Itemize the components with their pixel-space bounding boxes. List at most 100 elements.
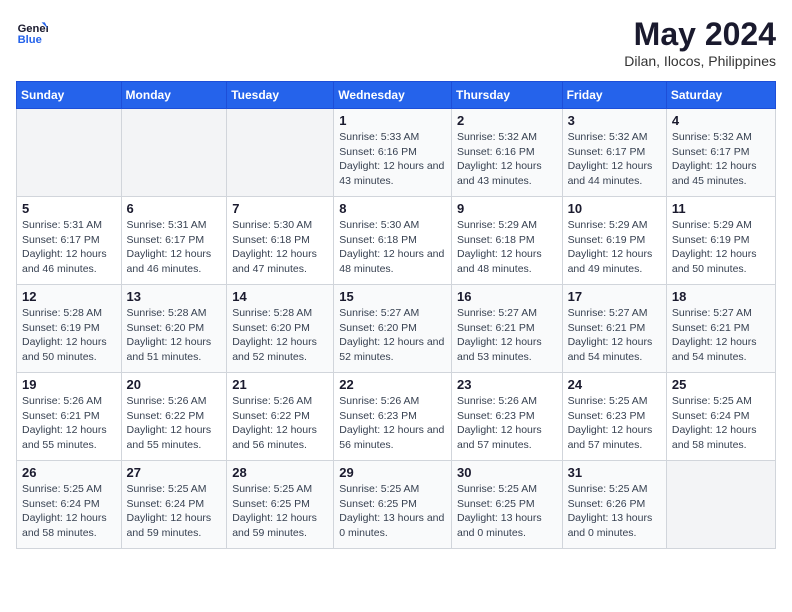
day-number: 10 <box>568 201 661 216</box>
weekday-header-thursday: Thursday <box>451 82 562 109</box>
calendar-cell <box>121 109 227 197</box>
day-number: 30 <box>457 465 557 480</box>
calendar-cell: 3 Sunrise: 5:32 AMSunset: 6:17 PMDayligh… <box>562 109 666 197</box>
day-number: 19 <box>22 377 116 392</box>
calendar-cell: 9 Sunrise: 5:29 AMSunset: 6:18 PMDayligh… <box>451 197 562 285</box>
day-number: 7 <box>232 201 328 216</box>
calendar-week-row: 12 Sunrise: 5:28 AMSunset: 6:19 PMDaylig… <box>17 285 776 373</box>
calendar-cell: 31 Sunrise: 5:25 AMSunset: 6:26 PMDaylig… <box>562 461 666 549</box>
day-info: Sunrise: 5:31 AMSunset: 6:17 PMDaylight:… <box>22 218 116 277</box>
calendar-week-row: 19 Sunrise: 5:26 AMSunset: 6:21 PMDaylig… <box>17 373 776 461</box>
calendar-week-row: 26 Sunrise: 5:25 AMSunset: 6:24 PMDaylig… <box>17 461 776 549</box>
calendar-cell: 16 Sunrise: 5:27 AMSunset: 6:21 PMDaylig… <box>451 285 562 373</box>
weekday-header-wednesday: Wednesday <box>334 82 452 109</box>
day-info: Sunrise: 5:31 AMSunset: 6:17 PMDaylight:… <box>127 218 222 277</box>
day-number: 8 <box>339 201 446 216</box>
calendar-cell: 14 Sunrise: 5:28 AMSunset: 6:20 PMDaylig… <box>227 285 334 373</box>
day-number: 18 <box>672 289 770 304</box>
day-info: Sunrise: 5:25 AMSunset: 6:26 PMDaylight:… <box>568 482 661 541</box>
calendar-cell: 6 Sunrise: 5:31 AMSunset: 6:17 PMDayligh… <box>121 197 227 285</box>
calendar-week-row: 1 Sunrise: 5:33 AMSunset: 6:16 PMDayligh… <box>17 109 776 197</box>
calendar-cell: 24 Sunrise: 5:25 AMSunset: 6:23 PMDaylig… <box>562 373 666 461</box>
day-info: Sunrise: 5:28 AMSunset: 6:20 PMDaylight:… <box>127 306 222 365</box>
location-subtitle: Dilan, Ilocos, Philippines <box>624 53 776 69</box>
day-number: 16 <box>457 289 557 304</box>
calendar-cell: 21 Sunrise: 5:26 AMSunset: 6:22 PMDaylig… <box>227 373 334 461</box>
calendar-cell: 20 Sunrise: 5:26 AMSunset: 6:22 PMDaylig… <box>121 373 227 461</box>
day-number: 26 <box>22 465 116 480</box>
day-number: 1 <box>339 113 446 128</box>
logo-icon: General Blue <box>16 16 48 48</box>
weekday-header-saturday: Saturday <box>666 82 775 109</box>
day-info: Sunrise: 5:29 AMSunset: 6:19 PMDaylight:… <box>672 218 770 277</box>
calendar-cell: 12 Sunrise: 5:28 AMSunset: 6:19 PMDaylig… <box>17 285 122 373</box>
calendar-cell: 4 Sunrise: 5:32 AMSunset: 6:17 PMDayligh… <box>666 109 775 197</box>
day-info: Sunrise: 5:30 AMSunset: 6:18 PMDaylight:… <box>232 218 328 277</box>
day-number: 3 <box>568 113 661 128</box>
day-number: 28 <box>232 465 328 480</box>
calendar-cell: 10 Sunrise: 5:29 AMSunset: 6:19 PMDaylig… <box>562 197 666 285</box>
day-info: Sunrise: 5:27 AMSunset: 6:21 PMDaylight:… <box>457 306 557 365</box>
day-number: 23 <box>457 377 557 392</box>
day-number: 15 <box>339 289 446 304</box>
day-info: Sunrise: 5:25 AMSunset: 6:25 PMDaylight:… <box>339 482 446 541</box>
calendar-cell <box>666 461 775 549</box>
calendar-cell: 18 Sunrise: 5:27 AMSunset: 6:21 PMDaylig… <box>666 285 775 373</box>
day-info: Sunrise: 5:29 AMSunset: 6:18 PMDaylight:… <box>457 218 557 277</box>
calendar-cell: 2 Sunrise: 5:32 AMSunset: 6:16 PMDayligh… <box>451 109 562 197</box>
calendar-cell: 5 Sunrise: 5:31 AMSunset: 6:17 PMDayligh… <box>17 197 122 285</box>
calendar-cell: 27 Sunrise: 5:25 AMSunset: 6:24 PMDaylig… <box>121 461 227 549</box>
day-info: Sunrise: 5:25 AMSunset: 6:24 PMDaylight:… <box>22 482 116 541</box>
calendar-cell: 25 Sunrise: 5:25 AMSunset: 6:24 PMDaylig… <box>666 373 775 461</box>
calendar-cell: 15 Sunrise: 5:27 AMSunset: 6:20 PMDaylig… <box>334 285 452 373</box>
day-number: 9 <box>457 201 557 216</box>
calendar-cell: 29 Sunrise: 5:25 AMSunset: 6:25 PMDaylig… <box>334 461 452 549</box>
calendar-week-row: 5 Sunrise: 5:31 AMSunset: 6:17 PMDayligh… <box>17 197 776 285</box>
day-info: Sunrise: 5:32 AMSunset: 6:17 PMDaylight:… <box>672 130 770 189</box>
weekday-header-sunday: Sunday <box>17 82 122 109</box>
day-number: 13 <box>127 289 222 304</box>
day-info: Sunrise: 5:32 AMSunset: 6:16 PMDaylight:… <box>457 130 557 189</box>
day-number: 31 <box>568 465 661 480</box>
day-info: Sunrise: 5:25 AMSunset: 6:24 PMDaylight:… <box>672 394 770 453</box>
day-number: 29 <box>339 465 446 480</box>
calendar-cell: 11 Sunrise: 5:29 AMSunset: 6:19 PMDaylig… <box>666 197 775 285</box>
day-number: 5 <box>22 201 116 216</box>
day-info: Sunrise: 5:25 AMSunset: 6:23 PMDaylight:… <box>568 394 661 453</box>
day-info: Sunrise: 5:28 AMSunset: 6:20 PMDaylight:… <box>232 306 328 365</box>
day-number: 27 <box>127 465 222 480</box>
calendar-cell: 22 Sunrise: 5:26 AMSunset: 6:23 PMDaylig… <box>334 373 452 461</box>
weekday-header-monday: Monday <box>121 82 227 109</box>
svg-text:General: General <box>18 23 48 35</box>
day-number: 2 <box>457 113 557 128</box>
day-number: 11 <box>672 201 770 216</box>
svg-text:Blue: Blue <box>18 34 42 46</box>
day-info: Sunrise: 5:25 AMSunset: 6:25 PMDaylight:… <box>457 482 557 541</box>
day-number: 6 <box>127 201 222 216</box>
calendar-cell: 23 Sunrise: 5:26 AMSunset: 6:23 PMDaylig… <box>451 373 562 461</box>
calendar-cell <box>227 109 334 197</box>
calendar-cell: 30 Sunrise: 5:25 AMSunset: 6:25 PMDaylig… <box>451 461 562 549</box>
day-info: Sunrise: 5:26 AMSunset: 6:22 PMDaylight:… <box>127 394 222 453</box>
calendar-cell: 1 Sunrise: 5:33 AMSunset: 6:16 PMDayligh… <box>334 109 452 197</box>
day-info: Sunrise: 5:27 AMSunset: 6:21 PMDaylight:… <box>672 306 770 365</box>
day-number: 4 <box>672 113 770 128</box>
calendar-cell: 19 Sunrise: 5:26 AMSunset: 6:21 PMDaylig… <box>17 373 122 461</box>
day-number: 14 <box>232 289 328 304</box>
month-year-title: May 2024 <box>624 16 776 53</box>
title-block: May 2024 Dilan, Ilocos, Philippines <box>624 16 776 69</box>
calendar-cell: 7 Sunrise: 5:30 AMSunset: 6:18 PMDayligh… <box>227 197 334 285</box>
day-number: 24 <box>568 377 661 392</box>
day-info: Sunrise: 5:27 AMSunset: 6:21 PMDaylight:… <box>568 306 661 365</box>
calendar-cell: 17 Sunrise: 5:27 AMSunset: 6:21 PMDaylig… <box>562 285 666 373</box>
day-number: 22 <box>339 377 446 392</box>
calendar-table: SundayMondayTuesdayWednesdayThursdayFrid… <box>16 81 776 549</box>
day-info: Sunrise: 5:32 AMSunset: 6:17 PMDaylight:… <box>568 130 661 189</box>
day-info: Sunrise: 5:27 AMSunset: 6:20 PMDaylight:… <box>339 306 446 365</box>
day-number: 12 <box>22 289 116 304</box>
day-info: Sunrise: 5:33 AMSunset: 6:16 PMDaylight:… <box>339 130 446 189</box>
day-info: Sunrise: 5:30 AMSunset: 6:18 PMDaylight:… <box>339 218 446 277</box>
calendar-cell: 8 Sunrise: 5:30 AMSunset: 6:18 PMDayligh… <box>334 197 452 285</box>
day-info: Sunrise: 5:26 AMSunset: 6:23 PMDaylight:… <box>457 394 557 453</box>
day-info: Sunrise: 5:28 AMSunset: 6:19 PMDaylight:… <box>22 306 116 365</box>
